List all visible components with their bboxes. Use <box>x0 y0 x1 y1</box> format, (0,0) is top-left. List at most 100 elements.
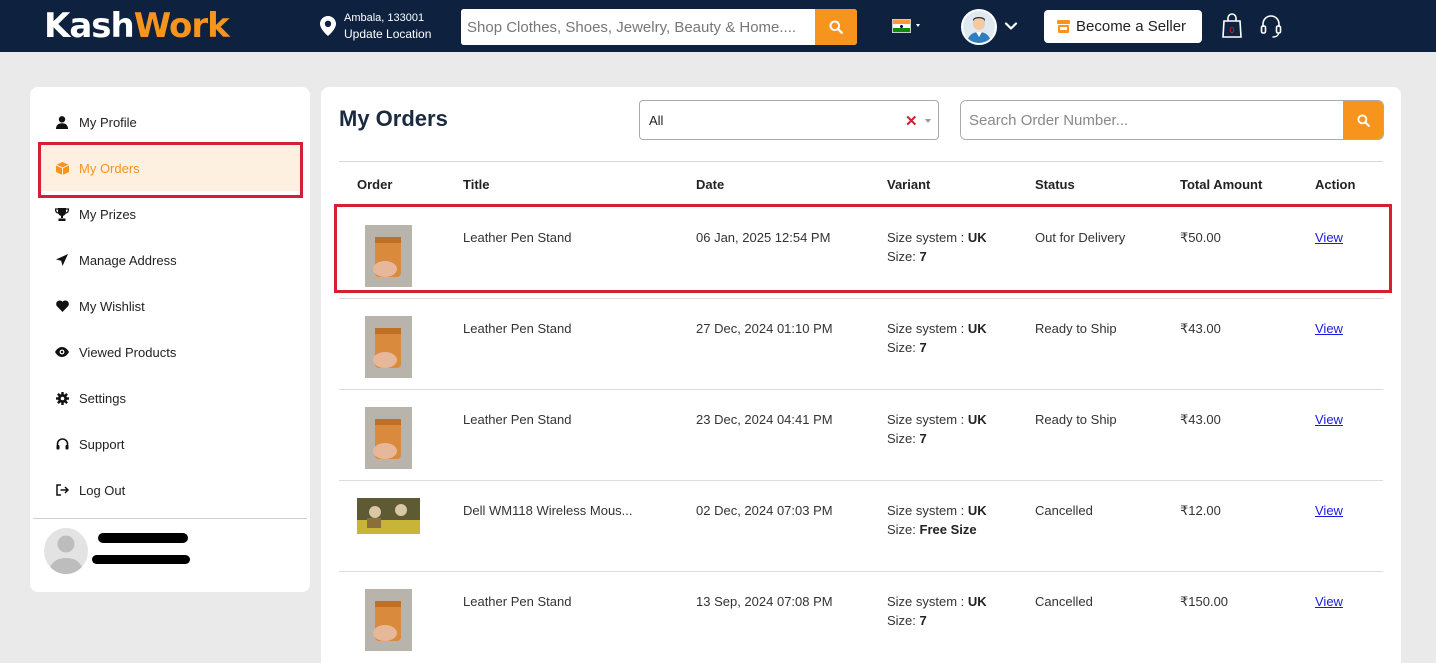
language-caret-icon[interactable] <box>916 24 920 27</box>
sidebar-item-my-prizes[interactable]: My Prizes <box>40 191 300 237</box>
india-flag-icon[interactable] <box>892 19 911 33</box>
product-thumbnail[interactable] <box>357 498 420 534</box>
user-icon <box>54 114 70 130</box>
sidebar-item-log-out[interactable]: Log Out <box>40 467 300 513</box>
sidebar-item-settings[interactable]: Settings <box>40 375 300 421</box>
column-header-status: Status <box>1035 177 1075 192</box>
table-row: Leather Pen Stand 27 Dec, 2024 01:10 PM … <box>339 299 1383 390</box>
column-header-date: Date <box>696 177 725 192</box>
product-thumbnail[interactable] <box>365 316 412 378</box>
column-header-total-amount: Total Amount <box>1180 177 1263 192</box>
trophy-icon <box>54 206 70 222</box>
eye-icon <box>54 344 70 360</box>
order-status: Ready to Ship <box>1035 412 1117 427</box>
shop-icon <box>1057 20 1070 33</box>
view-order-link[interactable]: View <box>1315 228 1343 247</box>
sidebar-item-label: Support <box>79 436 125 452</box>
become-seller-button[interactable]: Become a Seller <box>1044 10 1202 43</box>
order-title: Leather Pen Stand <box>463 412 572 427</box>
sidebar-item-label: Viewed Products <box>79 344 177 360</box>
sidebar-item-label: My Prizes <box>79 206 137 222</box>
dropdown-caret-icon[interactable] <box>925 119 931 123</box>
product-thumbnail[interactable] <box>365 589 412 651</box>
order-status: Cancelled <box>1035 503 1093 518</box>
product-thumbnail[interactable] <box>365 407 412 469</box>
table-top-border <box>339 161 1383 162</box>
order-amount: ₹43.00 <box>1180 321 1221 336</box>
sidebar-divider <box>33 518 307 519</box>
update-location-link[interactable]: Update Location <box>344 26 431 42</box>
order-variant: Size system : UK Size: 7 <box>887 594 987 628</box>
search-icon <box>829 20 843 34</box>
sidebar-item-viewed-products[interactable]: Viewed Products <box>40 329 300 375</box>
order-date: 13 Sep, 2024 07:08 PM <box>696 594 833 609</box>
column-header-order: Order <box>357 177 393 192</box>
order-status-filter[interactable]: All ✕ <box>639 100 939 140</box>
top-header: KashWork Ambala, 133001 Update Location … <box>0 0 1436 52</box>
product-thumbnail[interactable] <box>365 225 412 287</box>
location-selector[interactable]: Ambala, 133001 Update Location <box>320 10 431 42</box>
order-date: 02 Dec, 2024 07:03 PM <box>696 503 833 518</box>
order-status: Ready to Ship <box>1035 321 1117 336</box>
shopping-bag-icon[interactable]: 0 <box>1221 13 1243 39</box>
kashwork-logo[interactable]: KashWork <box>44 4 230 48</box>
order-amount: ₹43.00 <box>1180 412 1221 427</box>
location-arrow-icon <box>54 252 70 268</box>
order-amount: ₹12.00 <box>1180 503 1221 518</box>
order-date: 06 Jan, 2025 12:54 PM <box>696 230 831 245</box>
headset-icon[interactable] <box>1260 13 1282 39</box>
order-title: Dell WM118 Wireless Mous... <box>463 503 633 518</box>
sidebar-item-label: My Wishlist <box>79 298 145 314</box>
order-variant: Size system : UK Size: 7 <box>887 321 987 355</box>
order-search-input[interactable] <box>961 101 1344 139</box>
headset-icon <box>54 436 70 452</box>
heart-icon <box>54 298 70 314</box>
view-order-link[interactable]: View <box>1315 501 1343 520</box>
location-pin-icon <box>320 16 336 36</box>
order-search-button[interactable] <box>1343 101 1383 139</box>
chevron-down-icon[interactable] <box>1004 19 1018 33</box>
view-order-link[interactable]: View <box>1315 410 1343 429</box>
table-row: Leather Pen Stand 06 Jan, 2025 12:54 PM … <box>339 208 1383 299</box>
sidebar-item-label: Settings <box>79 390 126 406</box>
search-icon <box>1356 113 1370 127</box>
order-title: Leather Pen Stand <box>463 594 572 609</box>
order-date: 23 Dec, 2024 04:41 PM <box>696 412 833 427</box>
global-search-input[interactable] <box>461 9 815 45</box>
order-title: Leather Pen Stand <box>463 230 572 245</box>
profile-name-redacted <box>98 533 188 543</box>
sidebar-item-label: My Profile <box>79 114 137 130</box>
order-title: Leather Pen Stand <box>463 321 572 336</box>
sidebar-item-label: My Orders <box>79 160 140 176</box>
order-amount: ₹150.00 <box>1180 594 1229 609</box>
view-order-link[interactable]: View <box>1315 319 1343 338</box>
order-status: Out for Delivery <box>1035 230 1126 245</box>
gear-icon <box>54 390 70 406</box>
user-avatar-icon[interactable] <box>961 9 997 45</box>
view-order-link[interactable]: View <box>1315 592 1343 611</box>
profile-phone-redacted <box>92 555 190 564</box>
orders-panel: My Orders All ✕ Order Title Date Variant… <box>321 87 1401 663</box>
sidebar-item-manage-address[interactable]: Manage Address <box>40 237 300 283</box>
sidebar-item-my-wishlist[interactable]: My Wishlist <box>40 283 300 329</box>
clear-filter-icon[interactable]: ✕ <box>905 112 918 130</box>
column-header-title: Title <box>463 177 490 192</box>
sidebar-item-my-orders[interactable]: My Orders <box>40 145 300 191</box>
svg-text:0: 0 <box>1230 26 1235 35</box>
sidebar-item-label: Manage Address <box>79 252 177 268</box>
box-icon <box>54 160 70 176</box>
sidebar-item-my-profile[interactable]: My Profile <box>40 99 300 145</box>
order-variant: Size system : UK Size: 7 <box>887 412 987 446</box>
column-header-variant: Variant <box>887 177 931 192</box>
order-date: 27 Dec, 2024 01:10 PM <box>696 321 833 336</box>
filter-selected-value: All <box>649 112 664 128</box>
table-row: Leather Pen Stand 13 Sep, 2024 07:08 PM … <box>339 572 1383 663</box>
global-search-button[interactable] <box>815 9 857 45</box>
account-sidebar: My Profile My Orders My Prizes Manage Ad… <box>30 87 310 592</box>
order-variant: Size system : UK Size: Free Size <box>887 503 987 537</box>
order-variant: Size system : UK Size: 7 <box>887 230 987 264</box>
logout-icon <box>54 482 70 498</box>
table-row: Leather Pen Stand 23 Dec, 2024 04:41 PM … <box>339 390 1383 481</box>
become-seller-label: Become a Seller <box>1076 18 1187 35</box>
sidebar-item-support[interactable]: Support <box>40 421 300 467</box>
